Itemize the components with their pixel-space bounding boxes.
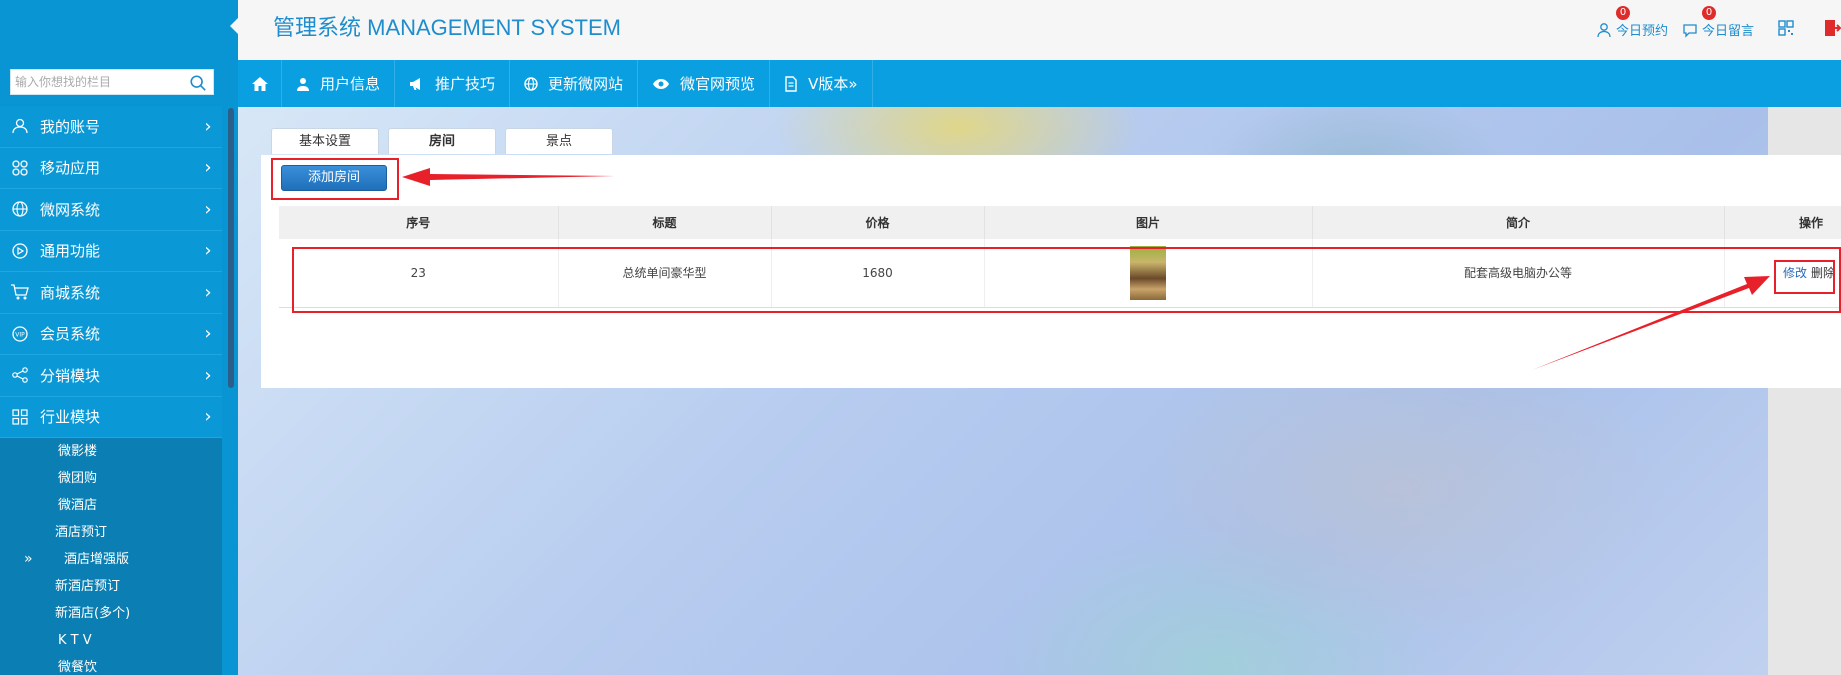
globe-icon (524, 76, 538, 91)
submenu-item[interactable]: 微酒店 (0, 492, 222, 519)
sidebar-item-micro-site[interactable]: 微网系统 › (0, 189, 222, 231)
sidebar-item-common-functions[interactable]: 通用功能 › (0, 230, 222, 272)
document-icon (784, 75, 798, 92)
sidebar-item-label: 商城系统 (40, 283, 101, 302)
submenu-item[interactable]: 微影楼 (0, 438, 222, 465)
chat-icon (1683, 23, 1697, 38)
sidebar-item-label: 会员系统 (40, 325, 101, 344)
nav-label: V版本» (808, 75, 858, 93)
home-icon (251, 76, 268, 91)
messages-badge: 0 (1702, 6, 1716, 20)
column-header: 序号 (279, 206, 558, 239)
sidebar-item-label: 我的账号 (40, 117, 101, 136)
sidebar-item-industry[interactable]: 行业模块 › (0, 396, 222, 438)
submenu-item[interactable]: 新酒店预订 (0, 573, 222, 600)
search-box (10, 69, 214, 95)
user-icon (296, 77, 310, 91)
chevron-right-icon: › (204, 240, 212, 262)
sidebar-item-member-system[interactable]: VIP 会员系统 › (0, 313, 222, 355)
chevron-right-icon: › (204, 323, 212, 345)
nav-label: 更新微网站 (548, 75, 624, 93)
today-messages-label: 今日留言 (1702, 24, 1755, 39)
nav-update-microsite[interactable]: 更新微网站 (510, 60, 639, 107)
nav-label: 微官网预览 (680, 75, 756, 93)
apps-icon (0, 159, 40, 177)
tab-rooms[interactable]: 房间 (388, 128, 496, 154)
submenu-item-active[interactable]: » 酒店增强版 (0, 546, 222, 573)
top-nav: 用户信息 推广技巧 更新微网站 微官网预览 V版本» (238, 60, 1841, 107)
play-circle-icon (0, 242, 40, 260)
nav-label: 推广技巧 (435, 75, 496, 93)
search-icon[interactable] (189, 74, 207, 92)
sidebar-item-distribution[interactable]: 分销模块 › (0, 355, 222, 397)
sidebar-item-my-account[interactable]: 我的账号 › (0, 106, 222, 148)
cart-icon (0, 283, 40, 301)
industry-submenu: 微影楼 微团购 微酒店 酒店预订 » 酒店增强版 新酒店预订 新酒店(多个) K… (0, 438, 222, 675)
column-header: 操作 (1723, 206, 1841, 239)
chevron-right-icon: › (204, 406, 212, 428)
sidebar-item-label: 行业模块 (40, 408, 101, 427)
today-messages-link[interactable]: 0 今日留言 (1682, 6, 1755, 39)
header-notch (230, 16, 240, 36)
tab-attractions[interactable]: 景点 (505, 128, 613, 154)
sidebar-item-label: 分销模块 (40, 366, 101, 385)
chevron-right-icon: › (204, 157, 212, 179)
sidebar-top (0, 0, 238, 60)
globe-icon (0, 200, 40, 218)
chevron-right-icon: › (204, 198, 212, 220)
megaphone-icon (409, 77, 425, 91)
nav-site-preview[interactable]: 微官网预览 (638, 60, 771, 107)
home-button[interactable] (238, 60, 282, 107)
share-icon (0, 366, 40, 384)
sidebar-item-label: 通用功能 (40, 242, 101, 261)
sidebar: 我的账号 › 移动应用 › 微网系统 › 通用功能 › 商城系统 › VIP 会… (0, 0, 238, 675)
column-header: 价格 (770, 206, 984, 239)
nav-version[interactable]: V版本» (770, 60, 873, 107)
table-header-row: 序号 标题 价格 图片 简介 操作 (279, 206, 1841, 239)
column-header: 标题 (557, 206, 771, 239)
submenu-item[interactable]: 微餐饮 (0, 654, 222, 675)
double-chevron-icon: » (24, 551, 33, 567)
submenu-item-label: 酒店增强版 (64, 552, 130, 567)
today-reservations-link[interactable]: 0 今日预约 (1596, 6, 1669, 39)
chevron-right-icon: › (204, 115, 212, 137)
sidebar-item-mobile-apps[interactable]: 移动应用 › (0, 147, 222, 189)
user-icon (1597, 22, 1611, 37)
submenu-item[interactable]: 新酒店(多个) (0, 600, 222, 627)
qr-code-icon[interactable] (1778, 20, 1794, 36)
sidebar-item-shop-system[interactable]: 商城系统 › (0, 272, 222, 314)
reservations-badge: 0 (1616, 6, 1630, 20)
sidebar-scrollbar[interactable] (228, 108, 234, 388)
tab-basic-settings[interactable]: 基本设置 (271, 128, 379, 154)
nav-label: 用户信息 (320, 75, 381, 93)
chevron-right-icon: › (204, 364, 212, 386)
annotation-box-row (292, 247, 1841, 313)
annotation-box-actions (1774, 260, 1835, 294)
chevron-right-icon: › (204, 281, 212, 303)
nav-user-info[interactable]: 用户信息 (282, 60, 396, 107)
header: 管理系统 MANAGEMENT SYSTEM 0 今日预约 0 今日留言 (230, 0, 1841, 60)
annotation-box-add (271, 158, 399, 200)
grid-icon (0, 408, 40, 426)
submenu-item[interactable]: 酒店预订 (0, 519, 222, 546)
submenu-item[interactable]: 微团购 (0, 465, 222, 492)
nav-promotion-tips[interactable]: 推广技巧 (395, 60, 511, 107)
user-icon (0, 117, 40, 135)
today-reservations-label: 今日预约 (1616, 24, 1669, 39)
page-title: 管理系统 MANAGEMENT SYSTEM (273, 15, 621, 40)
vip-icon: VIP (0, 325, 40, 343)
column-header: 简介 (1311, 206, 1724, 239)
column-header: 图片 (983, 206, 1312, 239)
sidebar-menu: 我的账号 › 移动应用 › 微网系统 › 通用功能 › 商城系统 › VIP 会… (0, 106, 222, 675)
search-input[interactable] (11, 70, 186, 94)
sidebar-item-label: 移动应用 (40, 159, 101, 178)
svg-text:VIP: VIP (15, 331, 25, 338)
submenu-item[interactable]: K T V (0, 627, 222, 654)
eye-icon (652, 78, 670, 90)
logout-icon[interactable] (1823, 18, 1841, 38)
sidebar-item-label: 微网系统 (40, 200, 101, 219)
